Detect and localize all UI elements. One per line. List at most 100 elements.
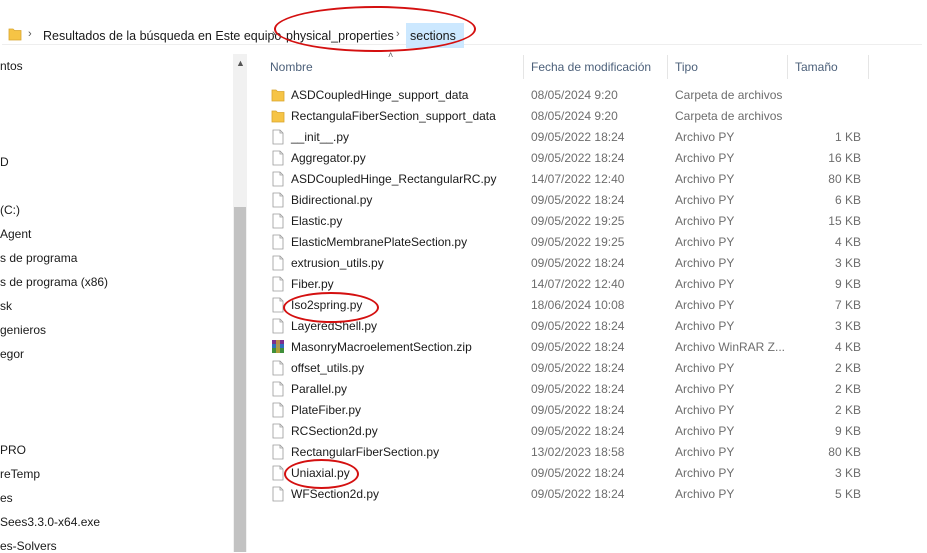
column-header-size[interactable]: Tamaño [795, 60, 838, 74]
file-date: 08/05/2024 9:20 [531, 109, 618, 123]
sort-ascending-icon: ˄ [388, 50, 394, 60]
table-row[interactable]: WFSection2d.py 09/05/2022 18:24 Archivo PY… [268, 484, 868, 505]
red-annotation-circle [283, 292, 379, 323]
file-date: 09/05/2022 18:24 [531, 340, 625, 354]
table-row[interactable]: RectangularFiberSection.py 13/02/2023 18:… [268, 442, 868, 463]
column-divider[interactable] [868, 55, 869, 79]
file-name: extrusion_utils.py [291, 256, 384, 270]
navigation-pane: ntos D (C:) Agent s de programa s de pro… [0, 50, 233, 553]
table-row[interactable]: RCSection2d.py 09/05/2022 18:24 Archivo PY… [268, 421, 868, 442]
column-divider[interactable] [667, 55, 668, 79]
nav-item[interactable]: s de programa (x86) [0, 275, 108, 289]
nav-item[interactable]: es [0, 491, 13, 505]
file-size: 6 KB [834, 193, 861, 207]
file-icon [272, 423, 284, 439]
nav-item[interactable]: D [0, 155, 9, 169]
file-type: Archivo PY [675, 298, 735, 312]
file-size: 80 KB [828, 445, 861, 459]
table-row[interactable]: Fiber.py 14/07/2022 12:40 Archivo PY 9 KB [268, 274, 868, 295]
file-size: 7 KB [834, 298, 861, 312]
table-row[interactable]: PlateFiber.py 09/05/2022 18:24 Archivo PY 2… [268, 400, 868, 421]
file-type: Archivo PY [675, 445, 735, 459]
file-date: 09/05/2022 19:25 [531, 235, 625, 249]
file-type: Archivo PY [675, 193, 735, 207]
file-size: 80 KB [828, 172, 861, 186]
file-size: 3 KB [834, 466, 861, 480]
file-size: 15 KB [828, 214, 861, 228]
file-icon [272, 150, 284, 166]
nav-item[interactable]: sk [0, 299, 12, 313]
file-size: 5 KB [834, 487, 861, 501]
file-icon [272, 381, 284, 397]
table-row[interactable]: Aggregator.py 09/05/2022 18:24 Archivo PY 1… [268, 148, 868, 169]
file-icon [272, 129, 284, 145]
table-row[interactable]: __init__.py 09/05/2022 18:24 Archivo PY 1 K… [268, 127, 868, 148]
file-date: 09/05/2022 18:24 [531, 361, 625, 375]
nav-item[interactable]: genieros [0, 323, 46, 337]
file-name: offset_utils.py [291, 361, 365, 375]
table-row[interactable]: ASDCoupledHinge_RectangularRC.py 14/07/20… [268, 169, 868, 190]
nav-item[interactable]: reTemp [0, 467, 40, 481]
file-icon [272, 276, 284, 292]
chevron-right-icon: › [28, 28, 32, 40]
file-type: Archivo PY [675, 214, 735, 228]
file-date: 09/05/2022 18:24 [531, 193, 625, 207]
folder-icon [271, 89, 285, 102]
red-annotation-circle [284, 459, 359, 489]
nav-item[interactable]: PRO [0, 443, 26, 457]
file-type: Archivo PY [675, 403, 735, 417]
file-name: ASDCoupledHinge_support_data [291, 88, 469, 102]
file-size: 9 KB [834, 424, 861, 438]
column-divider[interactable] [523, 55, 524, 79]
file-size: 9 KB [834, 277, 861, 291]
table-row[interactable]: RectangulaFiberSection_support_data 08/05… [268, 106, 868, 127]
table-row[interactable]: Elastic.py 09/05/2022 19:25 Archivo PY 15 K… [268, 211, 868, 232]
file-icon [272, 444, 284, 460]
file-date: 09/05/2022 18:24 [531, 130, 625, 144]
file-type: Archivo PY [675, 382, 735, 396]
table-row[interactable]: extrusion_utils.py 09/05/2022 18:24 Archiv… [268, 253, 868, 274]
file-name: Elastic.py [291, 214, 343, 228]
file-icon [272, 486, 284, 502]
file-date: 18/06/2024 10:08 [531, 298, 625, 312]
column-header-name[interactable]: Nombre [270, 60, 313, 74]
table-row[interactable]: Parallel.py 09/05/2022 18:24 Archivo PY 2 K… [268, 379, 868, 400]
file-size: 2 KB [834, 382, 861, 396]
file-icon [272, 234, 284, 250]
table-row[interactable]: MasonryMacroelementSection.zip 09/05/2022… [268, 337, 868, 358]
column-header-type[interactable]: Tipo [675, 60, 698, 74]
nav-item[interactable]: Agent [0, 227, 31, 241]
file-name: Fiber.py [291, 277, 334, 291]
breadcrumb-root[interactable]: Resultados de la búsqueda en Este equipo [43, 29, 281, 43]
nav-item[interactable]: s de programa [0, 251, 77, 265]
table-row[interactable]: Bidirectional.py 09/05/2022 18:24 Archivo … [268, 190, 868, 211]
table-row[interactable]: offset_utils.py 09/05/2022 18:24 Archivo P… [268, 358, 868, 379]
nav-item[interactable]: Sees3.3.0-x64.exe [0, 515, 100, 529]
file-type: Archivo PY [675, 361, 735, 375]
scroll-up-arrow-icon[interactable]: ▲ [236, 58, 245, 68]
file-size: 2 KB [834, 361, 861, 375]
file-type: Archivo PY [675, 235, 735, 249]
file-size: 16 KB [828, 151, 861, 165]
file-type: Archivo PY [675, 466, 735, 480]
file-date: 09/05/2022 18:24 [531, 382, 625, 396]
file-icon [272, 318, 284, 334]
file-date: 09/05/2022 18:24 [531, 424, 625, 438]
nav-item[interactable]: egor [0, 347, 24, 361]
nav-item[interactable]: (C:) [0, 203, 20, 217]
nav-item[interactable]: ntos [0, 59, 23, 73]
file-type: Archivo PY [675, 424, 735, 438]
column-divider[interactable] [787, 55, 788, 79]
file-name: __init__.py [291, 130, 350, 144]
winrar-icon [272, 340, 284, 353]
table-row[interactable]: ElasticMembranePlateSection.py 09/05/2022… [268, 232, 868, 253]
nav-item[interactable]: es-Solvers [0, 539, 57, 553]
file-icon [272, 213, 284, 229]
scrollbar-thumb[interactable] [234, 207, 246, 552]
table-row[interactable]: ASDCoupledHinge_support_data 08/05/2024 9… [268, 85, 868, 106]
file-date: 09/05/2022 18:24 [531, 466, 625, 480]
column-header-date[interactable]: Fecha de modificación [531, 60, 651, 74]
file-type: Archivo PY [675, 172, 735, 186]
file-date: 14/07/2022 12:40 [531, 277, 625, 291]
file-date: 09/05/2022 18:24 [531, 487, 625, 501]
